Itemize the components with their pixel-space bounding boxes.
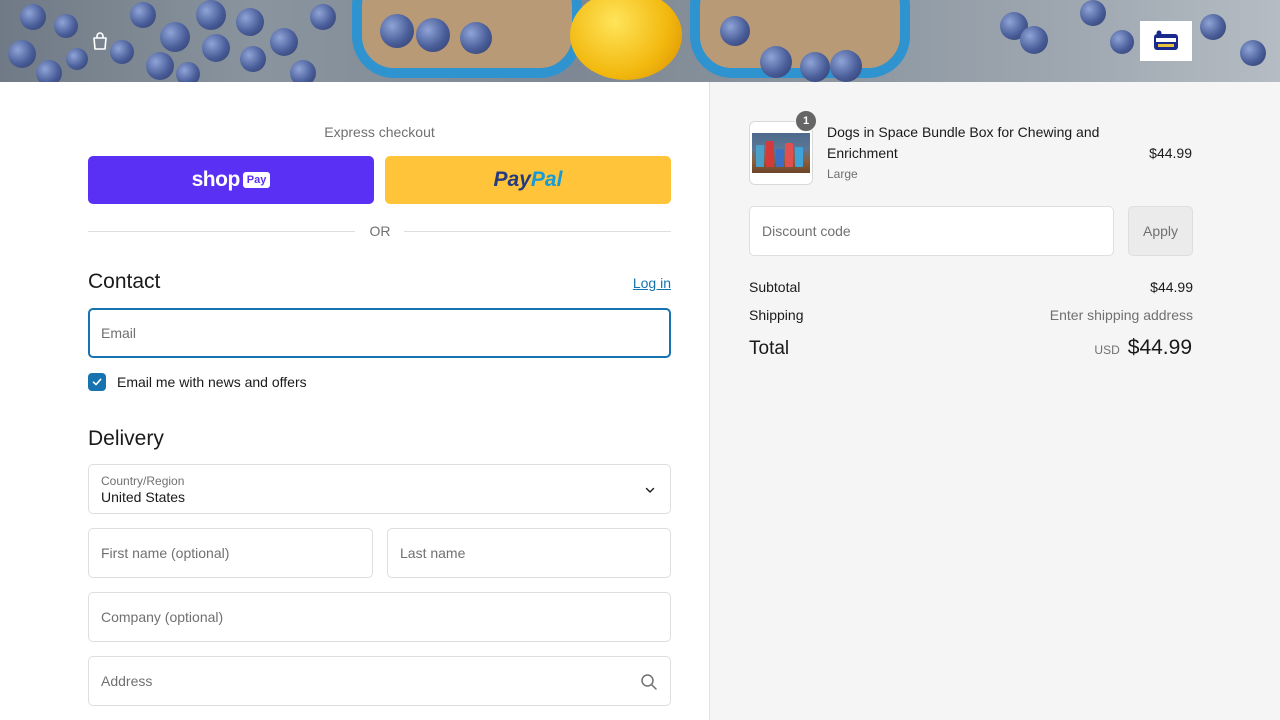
subtotal-label: Subtotal <box>749 279 801 295</box>
paypal-wordmark-pal: Pal <box>530 168 563 191</box>
paypal-button[interactable]: Pay Pal <box>385 156 671 204</box>
newsletter-checkbox[interactable] <box>88 373 106 391</box>
divider-line <box>404 231 671 232</box>
shop-pay-pill: Pay <box>242 172 271 188</box>
total-amount: USD $44.99 <box>1094 336 1192 360</box>
shopping-bag-icon[interactable] <box>91 31 109 51</box>
country-region-label: Country/Region <box>101 474 185 488</box>
search-icon[interactable] <box>640 673 658 691</box>
first-name-field[interactable] <box>88 528 373 578</box>
shop-pay-button[interactable]: shop Pay <box>88 156 374 204</box>
shipping-label: Shipping <box>749 307 804 323</box>
newsletter-label: Email me with news and offers <box>117 374 307 390</box>
last-name-input[interactable] <box>388 529 670 577</box>
newsletter-option[interactable]: Email me with news and offers <box>88 373 307 391</box>
total-currency: USD <box>1094 343 1120 357</box>
address-input[interactable] <box>89 657 670 705</box>
product-variant: Large <box>827 167 858 181</box>
subtotal-value: $44.99 <box>1150 279 1193 295</box>
paypal-wordmark-pay: Pay <box>493 168 531 191</box>
total-label: Total <box>749 338 790 359</box>
total-value: $44.99 <box>1127 336 1192 359</box>
product-price: $44.99 <box>1149 145 1192 161</box>
quantity-badge: 1 <box>795 110 817 132</box>
contact-heading: Contact <box>88 270 161 293</box>
shop-pay-wordmark: shop <box>191 168 241 191</box>
product-title: Dogs in Space Bundle Box for Chewing and… <box>827 124 1100 161</box>
company-input[interactable] <box>89 593 670 641</box>
checkmark-icon <box>92 378 102 386</box>
store-logo[interactable] <box>1140 21 1192 61</box>
product-image <box>752 133 810 173</box>
log-in-link[interactable]: Log in <box>633 275 671 291</box>
or-label: OR <box>369 223 391 239</box>
last-name-field[interactable] <box>387 528 671 578</box>
chevron-down-icon <box>645 487 655 493</box>
discount-code-field[interactable] <box>749 206 1114 256</box>
or-divider: OR <box>88 223 671 239</box>
country-region-select[interactable]: Country/Region United States <box>88 464 671 514</box>
checkout-form-panel: Express checkout shop Pay Pay Pal OR Cont… <box>0 82 709 720</box>
delivery-heading: Delivery <box>88 427 164 450</box>
company-field[interactable] <box>88 592 671 642</box>
shipping-value: Enter shipping address <box>1049 307 1193 323</box>
soda-pup-logo-icon <box>1154 30 1178 50</box>
email-input[interactable] <box>90 310 669 356</box>
email-field[interactable] <box>88 308 671 358</box>
divider-line <box>88 231 355 232</box>
discount-code-input[interactable] <box>750 207 1113 255</box>
order-summary-panel: 1 Dogs in Space Bundle Box for Chewing a… <box>709 82 1280 720</box>
apply-discount-button[interactable]: Apply <box>1128 206 1193 256</box>
address-field[interactable] <box>88 656 671 706</box>
express-checkout-label: Express checkout <box>324 124 435 140</box>
header-banner <box>0 0 1280 82</box>
country-region-value: United States <box>101 489 186 505</box>
first-name-input[interactable] <box>89 529 372 577</box>
